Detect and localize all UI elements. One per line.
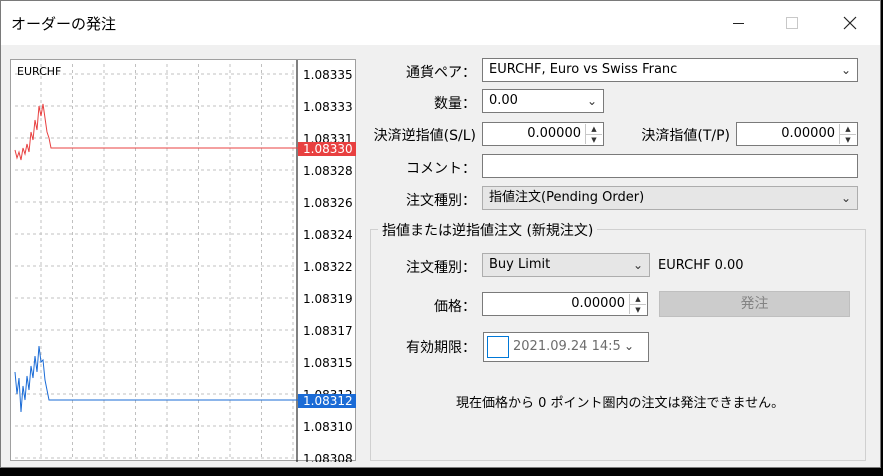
stop-loss-input[interactable]: 0.00000 ▲ ▼ [482,122,604,146]
window-title: オーダーの発注 [11,15,117,33]
chevron-down-icon: ⌄ [632,258,643,272]
pending-type-label: 注文種別： [406,260,476,276]
chevron-down-icon: ⌄ [586,94,597,108]
price-value: 0.00000 [571,296,625,311]
pending-order-note: 現在価格から 0 ポイント圏内の注文は発注できません。 [456,396,785,411]
pending-type-select[interactable]: Buy Limit ⌄ [482,253,650,277]
tick-label: 1.08333 [303,100,353,114]
tick-label: 1.08335 [303,68,353,82]
symbol-label: 通貨ペア： [406,65,476,81]
tick-label: 1.08324 [303,228,353,242]
maximize-icon [786,17,798,29]
pending-order-group-title: 指値または逆指値注文 (新規注文) [378,220,598,240]
bid-price-line [14,345,311,413]
chart-symbol-label: EURCHF [17,65,61,78]
take-profit-value: 0.00000 [781,126,835,141]
tick-label: 1.08322 [303,260,353,274]
spin-down-icon[interactable]: ▼ [630,305,646,315]
title-bar: オーダーの発注 [1,1,880,45]
tick-label: 1.08315 [303,356,353,370]
spin-down-icon[interactable]: ▼ [840,135,856,145]
expiry-datetime-picker[interactable]: 2021.09.24 14:5 ⌄ [483,332,649,362]
ask-price-line [14,103,311,161]
maximize-button[interactable] [769,1,815,45]
stop-loss-spinner[interactable]: ▲ ▼ [585,124,602,144]
order-type-select[interactable]: 指値注文(Pending Order) ⌄ [482,186,858,210]
order-type-value: 指値注文(Pending Order) [489,190,645,205]
chevron-down-icon: ⌄ [840,191,851,205]
tick-label: 1.08328 [303,164,353,178]
tick-chart-canvas: 1.083351.083331.083311.083281.083261.083… [14,60,356,462]
place-order-button[interactable]: 発注 [659,291,850,317]
tick-label: 1.08317 [303,324,353,338]
expiry-checkbox[interactable] [487,336,509,358]
background-terminal-strip [0,470,883,476]
close-icon [843,16,857,30]
expiry-label: 有効期限： [406,340,476,356]
chevron-down-icon: ⌄ [840,63,851,77]
tick-label: 1.08310 [303,420,353,434]
comment-label: コメント： [406,161,476,177]
take-profit-spinner[interactable]: ▲ ▼ [839,124,856,144]
price-input[interactable]: 0.00000 ▲ ▼ [482,292,648,316]
volume-label: 数量： [434,96,476,112]
tick-chart: 1.08335 1.08333 1.08331 1.08328 1.08326 1.083… [10,59,356,462]
volume-value: 0.00 [489,93,518,108]
symbol-info: EURCHF 0.00 [658,258,744,273]
tick-label: 1.08319 [303,292,353,306]
symbol-select[interactable]: EURCHF, Euro vs Swiss Franc ⌄ [482,58,858,82]
order-type-label: 注文種別： [406,193,476,209]
comment-input[interactable] [482,154,858,178]
price-spinner[interactable]: ▲ ▼ [629,294,646,314]
expiry-value: 2021.09.24 14:5 [513,339,621,354]
ask-price-label: 1.08330 [303,142,353,156]
stop-loss-value: 0.00000 [527,126,581,141]
take-profit-label: 決済指値(T/P) [641,128,730,144]
chevron-down-icon[interactable]: ⌄ [624,339,634,353]
symbol-value: EURCHF, Euro vs Swiss Franc [489,62,678,77]
take-profit-input[interactable]: 0.00000 ▲ ▼ [736,122,858,146]
pending-type-value: Buy Limit [489,257,551,272]
bid-price-label: 1.08312 [303,394,353,408]
spin-down-icon[interactable]: ▼ [586,135,602,145]
tick-label: 1.08308 [303,452,353,462]
price-label: 価格： [434,299,476,315]
minimize-button[interactable] [715,1,761,45]
volume-select[interactable]: 0.00 ⌄ [482,89,604,113]
close-button[interactable] [827,1,873,45]
stop-loss-label: 決済逆指値(S/L) [373,128,476,144]
tick-label: 1.08326 [303,196,353,210]
minimize-icon [732,22,744,24]
